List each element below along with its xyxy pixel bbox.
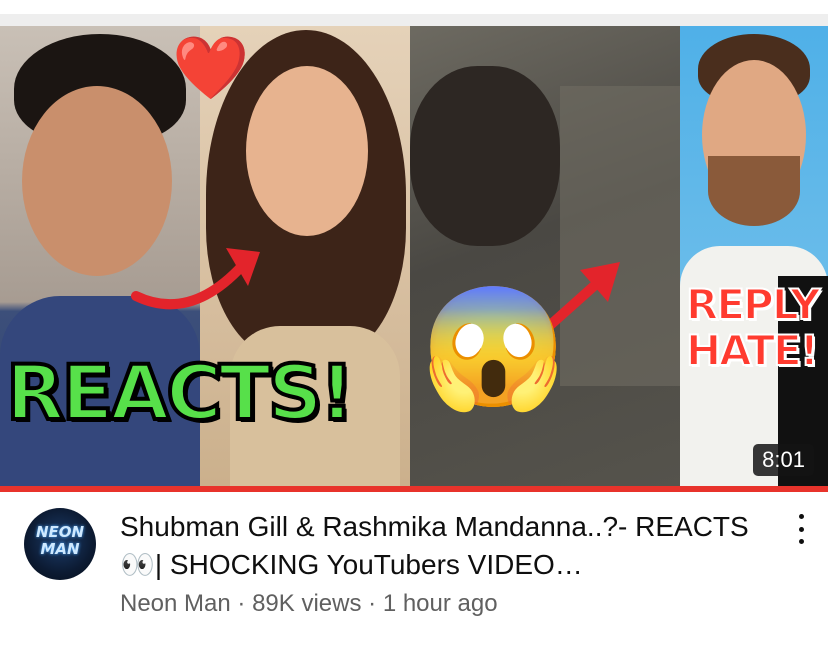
view-count: 89K views [252,590,362,617]
overlay-line-reply: REPLY [685,280,821,329]
arrow-icon [131,248,260,310]
beard-shape [708,156,800,226]
kebab-dot [798,526,804,532]
screaming-face-icon: 😱 [420,282,567,414]
avatar-logo-text: NEON MAN [24,524,96,558]
channel-name[interactable]: Neon Man [120,590,231,617]
video-metadata: Neon Man · 89K views · 1 hour ago [120,590,498,618]
more-vert-icon[interactable] [788,512,814,546]
kebab-dot [798,539,804,544]
meta-separator: · [368,590,377,617]
video-title[interactable]: Shubman Gill & Rashmika Mandanna..?- REA… [120,508,770,584]
face-shape [246,66,368,236]
watch-progress-bar [0,486,828,492]
overlay-line-hate: HATE! [685,326,820,375]
video-thumbnail[interactable]: ❤️ 😱 REACTS! REPLY HATE! 8:01 [0,26,828,486]
avatar-text-line1: NEON [35,523,85,541]
duration-badge: 8:01 [753,444,814,476]
meta-separator: · [237,590,246,617]
channel-avatar[interactable]: NEON MAN [24,508,96,580]
avatar-text-line2: MAN [40,540,80,558]
kebab-dot [798,514,804,519]
blurred-figure [410,66,560,246]
top-divider [0,14,828,26]
thumbnail-overlay-reacts: REACTS! [4,346,356,439]
watch-progress-fill [0,486,828,492]
thumbnail-panel-bearded-man [680,26,828,486]
upload-time: 1 hour ago [382,590,498,617]
heart-icon: ❤️ [172,34,250,103]
thumbnail-overlay-reply-hate: REPLY HATE! [685,280,821,375]
